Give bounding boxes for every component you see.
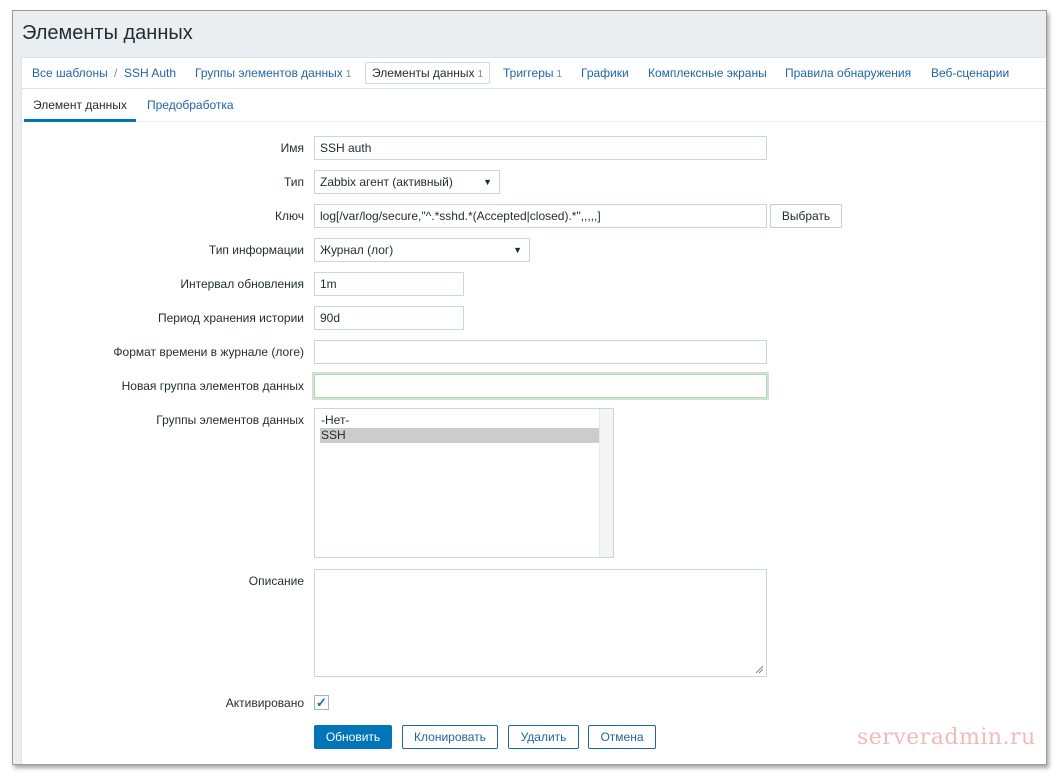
applications-label: Группы элементов данных <box>156 413 304 427</box>
log-time-format-label: Формат времени в журнале (логе) <box>113 345 304 359</box>
tab-preprocessing[interactable]: Предобработка <box>138 89 243 122</box>
nav-discovery[interactable]: Правила обнаружения <box>785 58 911 88</box>
watermark: serveradmin.ru <box>857 725 1036 750</box>
nav-web-scenarios[interactable]: Веб-сценарии <box>931 58 1009 88</box>
nav-applications-count: 1 <box>345 69 352 80</box>
template-nav-bar: Все шаблоны / SSH Auth Группы элементов … <box>21 57 1046 89</box>
checkmark-icon: ✓ <box>316 695 327 710</box>
nav-triggers-label: Триггеры <box>503 66 554 80</box>
breadcrumb-template[interactable]: SSH Auth <box>124 58 176 88</box>
breadcrumb-all-templates[interactable]: Все шаблоны <box>32 58 108 88</box>
description-label: Описание <box>248 574 304 588</box>
history-input[interactable]: 90d <box>314 306 464 330</box>
applications-option-ssh[interactable]: SSH <box>320 428 599 443</box>
chevron-down-icon: ▼ <box>513 245 522 255</box>
new-application-input[interactable] <box>314 374 767 398</box>
nav-applications-label: Группы элементов данных <box>195 66 343 80</box>
resize-grip-icon[interactable] <box>755 665 764 674</box>
interval-label: Интервал обновления <box>180 277 304 291</box>
app-window: Элементы данных Все шаблоны / SSH Auth Г… <box>12 10 1047 765</box>
nav-graphs[interactable]: Графики <box>581 58 629 88</box>
name-label: Имя <box>280 141 304 155</box>
nav-items-count: 1 <box>477 69 484 80</box>
description-textarea[interactable] <box>314 569 767 677</box>
type-select-value: Zabbix агент (активный) <box>320 175 453 189</box>
key-label: Ключ <box>275 209 304 223</box>
info-type-label: Тип информации <box>208 243 304 257</box>
clone-button[interactable]: Клонировать <box>402 725 498 749</box>
delete-button[interactable]: Удалить <box>508 725 579 749</box>
nav-screens[interactable]: Комплексные экраны <box>648 58 767 88</box>
info-type-select[interactable]: Журнал (лог) ▼ <box>314 238 530 262</box>
chevron-down-icon: ▼ <box>483 177 492 187</box>
name-input[interactable]: SSH auth <box>314 136 767 160</box>
nav-web-scenarios-label: Веб-сценарии <box>931 66 1010 80</box>
tab-item[interactable]: Элемент данных <box>24 89 136 122</box>
nav-applications[interactable]: Группы элементов данных 1 <box>195 58 351 88</box>
nav-discovery-label: Правила обнаружения <box>785 66 912 80</box>
nav-items[interactable]: Элементы данных 1 <box>365 62 491 84</box>
applications-scrollbar[interactable] <box>599 409 613 557</box>
nav-graphs-label: Графики <box>581 66 629 80</box>
new-application-label: Новая группа элементов данных <box>121 379 304 393</box>
info-type-select-value: Журнал (лог) <box>320 243 394 257</box>
log-time-format-input[interactable] <box>314 340 767 364</box>
applications-option-none[interactable]: -Нет- <box>320 413 608 428</box>
page-title: Элементы данных <box>22 22 193 44</box>
key-input[interactable]: log[/var/log/secure,"^.*sshd.*(Accepted|… <box>314 204 767 228</box>
enabled-label: Активировано <box>225 696 304 710</box>
update-button[interactable]: Обновить <box>314 725 392 749</box>
type-label: Тип <box>283 175 304 189</box>
nav-items-label: Элементы данных <box>372 66 475 80</box>
type-select[interactable]: Zabbix агент (активный) ▼ <box>314 170 500 194</box>
nav-triggers-count: 1 <box>556 69 563 80</box>
applications-listbox[interactable]: -Нет- SSH <box>314 408 614 558</box>
interval-input[interactable]: 1m <box>314 272 464 296</box>
key-select-button[interactable]: Выбрать <box>770 204 842 228</box>
nav-screens-label: Комплексные экраны <box>648 66 767 80</box>
nav-triggers[interactable]: Триггеры 1 <box>503 58 562 88</box>
form-tabs: Элемент данных Предобработка <box>22 89 1046 122</box>
history-label: Период хранения истории <box>157 311 304 325</box>
enabled-checkbox[interactable]: ✓ <box>314 695 329 710</box>
item-form-panel: Элемент данных Предобработка Имя SSH aut… <box>21 89 1046 764</box>
cancel-button[interactable]: Отмена <box>588 725 656 749</box>
breadcrumb-separator: / <box>114 66 118 80</box>
